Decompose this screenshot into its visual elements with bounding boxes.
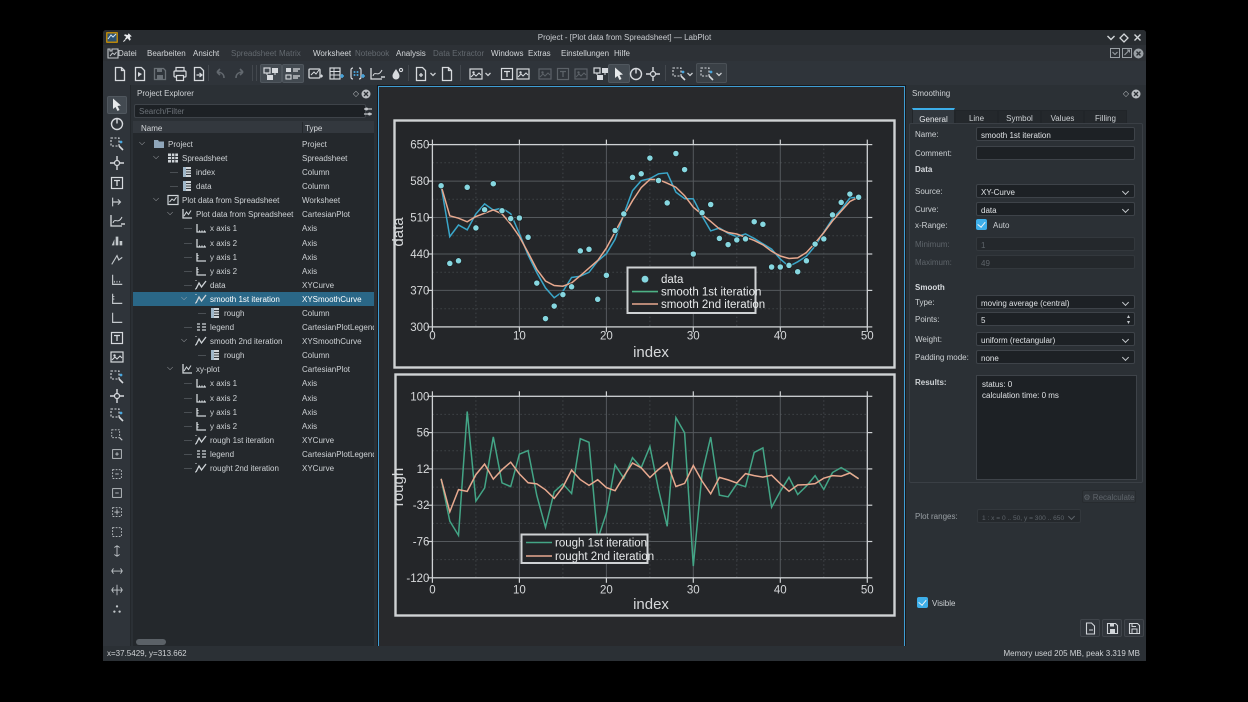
svg-text:-120: -120 [406, 573, 429, 585]
svg-text:510: 510 [410, 213, 429, 225]
svg-text:-32: -32 [413, 500, 430, 512]
svg-text:56: 56 [417, 428, 430, 440]
svg-text:smooth 1st iteration: smooth 1st iteration [661, 287, 761, 299]
svg-text:rough: rough [390, 468, 407, 506]
svg-text:20: 20 [600, 331, 613, 343]
svg-text:10: 10 [513, 584, 526, 596]
svg-text:index: index [633, 596, 669, 613]
svg-text:10: 10 [513, 331, 526, 343]
svg-text:440: 440 [410, 249, 429, 261]
svg-text:650: 650 [410, 140, 429, 152]
svg-text:30: 30 [687, 584, 700, 596]
svg-text:index: index [633, 344, 669, 361]
svg-text:12: 12 [417, 464, 430, 476]
svg-text:100: 100 [410, 391, 429, 403]
svg-text:50: 50 [861, 584, 874, 596]
svg-text:40: 40 [774, 331, 787, 343]
svg-text:20: 20 [600, 584, 613, 596]
svg-text:data: data [390, 217, 407, 247]
svg-text:rought 2nd iteration: rought 2nd iteration [555, 551, 654, 563]
svg-text:40: 40 [774, 584, 787, 596]
svg-text:30: 30 [687, 331, 700, 343]
svg-text:rough 1st iteration: rough 1st iteration [555, 538, 647, 550]
svg-text:580: 580 [410, 176, 429, 188]
svg-text:50: 50 [861, 331, 874, 343]
svg-text:0: 0 [429, 331, 435, 343]
svg-text:data: data [661, 274, 684, 286]
svg-text:-76: -76 [413, 537, 430, 549]
svg-text:0: 0 [429, 584, 435, 596]
svg-text:smooth 2nd iteration: smooth 2nd iteration [661, 299, 765, 311]
svg-text:370: 370 [410, 285, 429, 297]
svg-text:300: 300 [410, 322, 429, 334]
